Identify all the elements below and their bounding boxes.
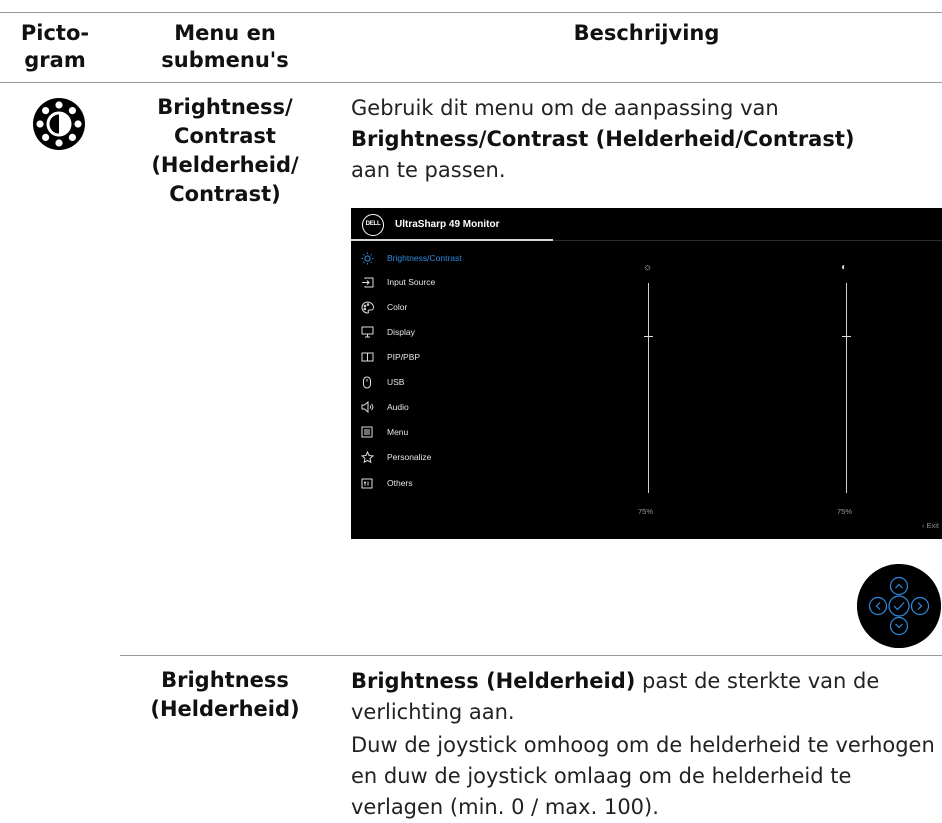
osd-item-label: Personalize <box>387 452 432 462</box>
contrast-value: 75% <box>837 507 853 516</box>
description-text-end: aan te passen. <box>351 158 506 182</box>
osd-item-label: Brightness/Contrast <box>387 253 462 263</box>
dell-logo: DELL <box>362 214 384 236</box>
brightness-value: 75% <box>638 507 654 516</box>
osd-title: UltraSharp 49 Monitor <box>395 219 500 230</box>
chevron-left-icon: ‹ <box>921 521 925 530</box>
exit-button[interactable]: ‹ Exit <box>922 521 939 530</box>
usb-mouse-icon <box>359 375 375 389</box>
contrast-slider-handle[interactable] <box>842 335 851 337</box>
osd-item-audio[interactable]: Audio <box>359 397 559 417</box>
brightness-slider-handle[interactable] <box>644 335 653 337</box>
osd-item-input-source[interactable]: Input Source <box>359 272 559 292</box>
menu-list-icon <box>359 425 375 439</box>
input-source-icon <box>359 275 375 289</box>
header-description: Beschrijving <box>573 21 720 45</box>
header-menu: Menu en submenu's <box>161 21 289 72</box>
exit-label: Exit <box>926 521 939 530</box>
osd-item-personalize[interactable]: Personalize <box>359 447 559 467</box>
contrast-slider-icon: ◐ <box>841 262 848 273</box>
menu-brightness-contrast: Brightness/ Contrast (Helderheid/ Contra… <box>151 95 299 206</box>
joystick-diagram <box>857 564 941 648</box>
osd-item-usb[interactable]: USB <box>359 372 559 392</box>
osd-item-label: Input Source <box>387 277 436 287</box>
display-monitor-icon <box>359 325 375 339</box>
osd-item-label: Audio <box>387 402 409 412</box>
brightness-contrast-icon <box>33 98 85 150</box>
table-top-rule <box>0 12 942 13</box>
osd-item-label: Display <box>387 327 415 337</box>
header-rule <box>0 82 942 83</box>
menu-brightness: Brightness (Helderheid) <box>150 668 300 721</box>
pip-pbp-icon <box>359 350 375 364</box>
star-icon <box>359 450 375 464</box>
others-icon <box>359 476 375 490</box>
header-pictogram: Picto- gram <box>20 21 90 72</box>
osd-item-label: USB <box>387 377 405 387</box>
row-rule <box>120 655 942 656</box>
brightness-icon <box>359 251 375 265</box>
brightness-slider[interactable] <box>648 283 649 493</box>
osd-item-label: Others <box>387 478 413 488</box>
osd-item-color[interactable]: Color <box>359 297 559 317</box>
contrast-slider[interactable] <box>846 283 847 493</box>
description-text: Gebruik dit menu om de aanpassing van <box>351 96 779 120</box>
description-brightness-contrast: Gebruik dit menu om de aanpassing van Br… <box>351 93 942 186</box>
osd-item-label: Color <box>387 302 408 312</box>
osd-item-pip-pbp[interactable]: PIP/PBP <box>359 347 559 367</box>
osd-item-label: PIP/PBP <box>387 352 421 362</box>
description-brightness-usage: Duw de joystick omhoog om de helderheid … <box>351 733 935 819</box>
osd-item-menu[interactable]: Menu <box>359 422 559 442</box>
speaker-icon <box>359 400 375 414</box>
osd-menu-screenshot: DELL UltraSharp 49 Monitor Brightness/Co… <box>351 208 942 539</box>
osd-item-brightness-contrast[interactable]: Brightness/Contrast <box>359 248 559 268</box>
description-brightness: Brightness (Helderheid) past de sterkte … <box>351 666 942 728</box>
osd-item-display[interactable]: Display <box>359 322 559 342</box>
osd-item-label: Menu <box>387 427 409 437</box>
brightness-slider-icon: ☼ <box>643 262 653 273</box>
color-palette-icon <box>359 300 375 314</box>
description-bold-term: Brightness (Helderheid) <box>351 669 636 693</box>
description-bold-term: Brightness/Contrast (Helderheid/Contrast… <box>351 127 855 151</box>
osd-item-others[interactable]: Others <box>359 473 559 493</box>
osd-active-tab-indicator <box>351 239 553 241</box>
